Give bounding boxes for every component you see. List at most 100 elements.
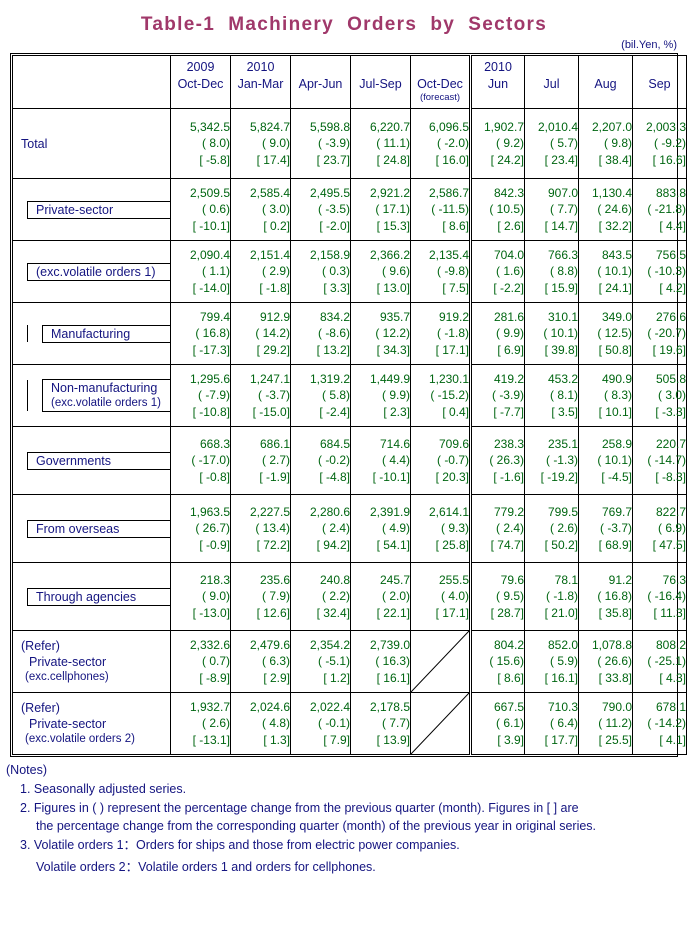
row-label-cell-total: Total [12,108,171,179]
value-cell: 2,739.0( 16.3)[ 16.1] [350,630,411,693]
value-line-3: [ -5.8] [199,152,230,167]
value-line-2: ( -14.7) [647,453,686,468]
header-period: Jan-Mar [237,76,284,91]
value-cell: 2,921.2( 17.1)[ 15.3] [350,178,411,241]
value-cell: 799.4( 16.8)[ -17.3] [170,302,231,365]
value-line-3: [ -13.1] [192,732,230,747]
table-row: Non-manufacturing (exc.volatile orders 1)… [12,364,687,427]
value-line-1: 2,151.4 [249,248,290,263]
row-label-line1: Non-manufacturing [51,381,158,396]
header-period: Oct-Dec [177,76,224,91]
value-cell: 919.2( -1.8)[ 17.1] [410,302,471,365]
value-line-1: 2,227.5 [249,505,290,520]
value-line-2: ( 9.2) [495,136,524,151]
value-line-3: [ 35.8] [598,605,632,620]
value-line-1: 91.2 [608,573,632,588]
value-line-1: 2,003.3 [645,120,686,135]
value-line-2: ( 17.1) [375,202,410,217]
value-line-3: [ 17.4] [256,152,290,167]
value-line-3: [ 39.8] [544,342,578,357]
value-cell: 2,479.6( 6.3)[ 2.9] [230,630,291,693]
row-indent-frame: Through agencies [13,587,170,606]
header-year: 2010 [246,60,275,75]
indent-spacer [13,452,28,469]
table-header: 2009 Oct-Dec 2010 Jan-Mar Apr-Jun Jul-Sep … [12,55,687,109]
value-line-2: ( 26.7) [195,521,230,536]
value-cell: 1,230.1( -15.2)[ 0.4] [410,364,471,427]
value-line-3: [ 0.4] [442,404,469,419]
value-line-3: [ -19.2] [540,469,578,484]
value-line-2: ( -3.9) [491,388,524,403]
row-indent-frame: From overseas [13,519,170,538]
row-label: Manufacturing [43,326,170,342]
value-cell: 2,585.4( 3.0)[ 0.2] [230,178,291,241]
value-line-2: ( 9.9) [381,388,410,403]
row-label-box: Through agencies [27,587,170,606]
value-cell: 5,342.5( 8.0)[ -5.8] [170,108,231,179]
header-year [351,59,410,76]
table-outer-frame: 2009 Oct-Dec 2010 Jan-Mar Apr-Jun Jul-Sep … [10,53,687,757]
header-year [525,59,578,76]
value-line-3: [ 24.2] [490,152,524,167]
value-cell: 907.0( 7.7)[ 14.7] [524,178,579,241]
header-period: Aug [594,76,617,91]
value-line-2: ( -25.1) [647,654,686,669]
value-line-3: [ 2.9] [263,670,290,685]
header-col-2: 2010 Jan-Mar [230,55,291,109]
value-line-3: [ 4.2] [659,280,686,295]
value-line-3: [ 47.5] [652,537,686,552]
value-cell: 883.8( -21.8)[ 4.4] [632,178,687,241]
header-year [633,59,686,76]
value-line-1: 419.2 [493,372,524,387]
value-line-1: 804.2 [493,638,524,653]
value-line-3: [ -8.3] [655,469,686,484]
value-cell: 808.2( -25.1)[ 4.3] [632,630,687,693]
value-cell: 704.0( 1.6)[ -2.2] [469,240,525,303]
value-line-1: 245.7 [379,573,410,588]
value-line-1: 1,230.1 [428,372,469,387]
table-row: Through agencies 218.3( 9.0)[ -13.0] 235.6… [12,562,687,631]
value-line-3: [ -17.3] [192,342,230,357]
value-cell: 2,354.2( -5.1)[ 1.2] [290,630,351,693]
header-year [291,59,350,76]
value-line-2: ( -3.7) [599,521,632,536]
value-line-1: 756.5 [655,248,686,263]
value-line-3: [ 54.1] [376,537,410,552]
machinery-orders-table: 2009 Oct-Dec 2010 Jan-Mar Apr-Jun Jul-Sep … [12,55,687,755]
header-note [171,92,230,105]
value-line-2: ( 2.0) [381,589,410,604]
value-line-1: 2,010.4 [537,120,578,135]
row-label: From overseas [28,521,170,537]
value-cell: 779.2( 2.4)[ 74.7] [469,494,525,563]
value-line-2: ( 4.4) [381,453,410,468]
value-line-1: 6,096.5 [428,120,469,135]
value-cell: 790.0( 11.2)[ 25.5] [578,692,633,755]
value-cell-empty [410,692,471,755]
value-line-2: ( 24.6) [597,202,632,217]
value-line-1: 912.9 [259,310,290,325]
row-label: Private-sector [28,202,170,218]
value-line-3: [ 19.6] [652,342,686,357]
value-line-3: [ 16.1] [544,670,578,685]
value-line-2: ( 0.6) [201,202,230,217]
value-line-1: 1,295.6 [189,372,230,387]
value-cell: 799.5( 2.6)[ 50.2] [524,494,579,563]
value-cell: 2,509.5( 0.6)[ -10.1] [170,178,231,241]
value-line-3: [ 22.1] [376,605,410,620]
row-label-box: (exc.volatile orders 1) [27,262,170,281]
value-line-2: ( 9.6) [381,264,410,279]
note-item-2: 2. Figures in ( ) represent the percenta… [20,800,579,815]
row-label-cell-refer-exc-volatile-2: (Refer) Private-sector (exc.volatile order… [12,692,171,755]
value-line-1: 808.2 [655,638,686,653]
header-year [579,59,632,76]
value-line-2: ( 7.9) [261,589,290,604]
value-cell: 453.2( 8.1)[ 3.5] [524,364,579,427]
row-label-line1: (Refer) [21,701,60,716]
value-line-2: ( 14.2) [255,326,290,341]
indent-spacer [13,588,28,605]
value-line-1: 2,614.1 [428,505,469,520]
row-label: Through agencies [28,589,170,605]
row-label-line3: (exc.volatile orders 2) [25,733,135,746]
value-line-2: ( 2.7) [261,453,290,468]
value-line-1: 2,280.6 [309,505,350,520]
